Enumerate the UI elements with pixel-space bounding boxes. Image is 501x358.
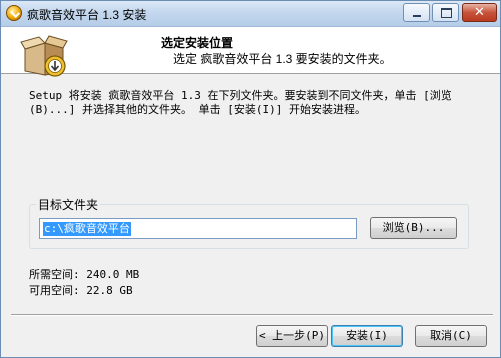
maximize-button[interactable] — [432, 3, 459, 22]
installer-box-icon — [20, 35, 68, 77]
instructions-line-2: (B)...] 并选择其他的文件夹。 单击 [安装(I)] 开始安装进程。 — [29, 103, 366, 116]
page-title: 选定安装位置 — [161, 36, 234, 50]
header-panel: 选定安装位置 选定 疯歌音效平台 1.3 要安装的文件夹。 — [1, 27, 500, 77]
window-title: 疯歌音效平台 1.3 安装 — [27, 8, 147, 22]
page-subtitle: 选定 疯歌音效平台 1.3 要安装的文件夹。 — [173, 52, 392, 66]
close-button[interactable]: ✕ — [462, 3, 497, 22]
footer-divider — [11, 314, 493, 316]
install-path-input[interactable]: c:\疯歌音效平台 — [39, 218, 357, 239]
required-space-text: 所需空间: 240.0 MB — [29, 268, 140, 281]
instructions-line-1: Setup 将安装 疯歌音效平台 1.3 在下列文件夹。要安装到不同文件夹，单击… — [29, 89, 452, 102]
app-icon — [6, 5, 22, 21]
installer-window: 疯歌音效平台 1.3 安装 ✕ 选定安装位置 选定 疯歌音效平台 1.3 要安装… — [0, 0, 501, 358]
cancel-button[interactable]: 取消(C) — [415, 325, 487, 347]
title-bar[interactable]: 疯歌音效平台 1.3 安装 ✕ — [1, 1, 500, 27]
back-button[interactable]: < 上一步(P) — [256, 325, 328, 347]
install-button[interactable]: 安装(I) — [331, 325, 403, 347]
close-icon: ✕ — [474, 5, 485, 20]
minimize-button[interactable] — [403, 3, 430, 22]
available-space-text: 可用空间: 22.8 GB — [29, 284, 133, 297]
instructions-text: Setup 将安装 疯歌音效平台 1.3 在下列文件夹。要安装到不同文件夹，单击… — [29, 89, 489, 117]
install-path-value: c:\疯歌音效平台 — [43, 222, 131, 236]
target-folder-label: 目标文件夹 — [36, 196, 101, 213]
browse-button[interactable]: 浏览(B)... — [370, 217, 457, 239]
